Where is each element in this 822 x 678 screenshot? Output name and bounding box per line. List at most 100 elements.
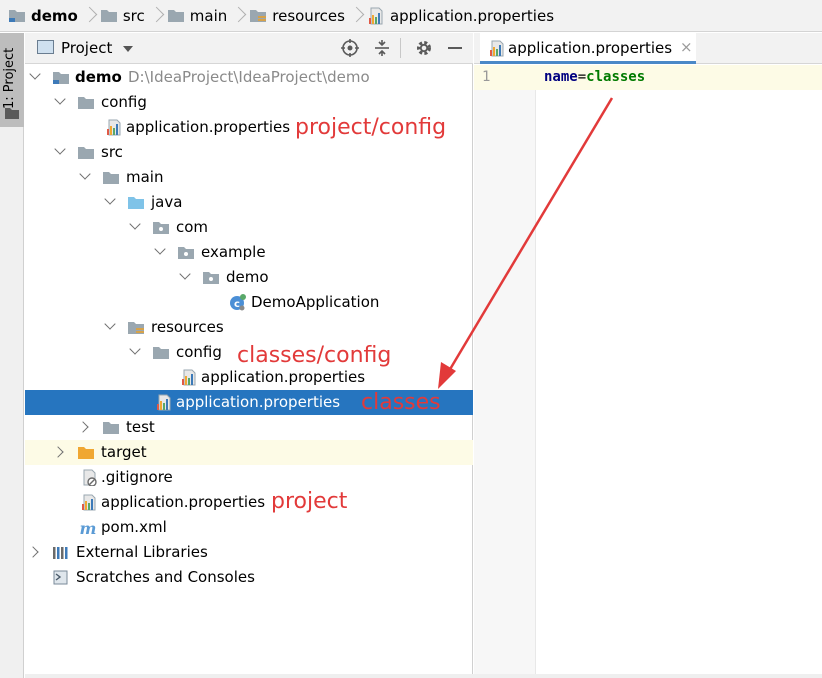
tree-item-target[interactable]: target	[25, 440, 473, 465]
module-folder-icon	[9, 9, 25, 22]
tree-item-label: demo	[226, 268, 269, 286]
tree-item-label: java	[151, 193, 183, 211]
close-icon[interactable]: ×	[680, 38, 693, 56]
folder-icon	[5, 108, 19, 119]
tree-item-resources-config-application-properties[interactable]: application.properties	[25, 365, 473, 390]
chevron-down-icon[interactable]	[104, 318, 116, 330]
breadcrumb-separator	[349, 0, 363, 32]
svg-text:m: m	[80, 519, 97, 536]
collapse-all-icon[interactable]	[372, 38, 392, 58]
tree-item-label: config	[176, 343, 222, 361]
annotation-project: project	[271, 489, 348, 514]
breadcrumb-item-main[interactable]: main	[167, 0, 227, 32]
breadcrumb-item-src[interactable]: src	[100, 0, 145, 32]
breadcrumb-label: src	[122, 6, 145, 25]
tree-item-demo-application[interactable]: c DemoApplication	[25, 290, 473, 315]
package-icon	[203, 272, 219, 284]
chevron-down-icon[interactable]	[129, 218, 141, 230]
chevron-down-icon[interactable]	[154, 243, 166, 255]
ignore-file-icon	[83, 469, 97, 486]
chevron-down-icon[interactable]	[29, 68, 41, 80]
tree-item-external-libraries[interactable]: External Libraries	[25, 540, 473, 565]
tree-item-label: application.properties	[201, 368, 366, 386]
annotation-classes-config: classes/config	[237, 343, 392, 368]
annotation-project-config: project/config	[295, 115, 447, 140]
tree-item-demo[interactable]: demo D:\IdeaProject\IdeaProject\demo	[25, 65, 473, 90]
chevron-right-icon[interactable]	[52, 446, 64, 458]
breadcrumb-separator	[231, 0, 245, 32]
minimize-icon[interactable]	[445, 38, 465, 58]
breadcrumb-label: demo	[31, 6, 78, 25]
svg-text:c: c	[234, 299, 240, 310]
toolbar-divider	[400, 38, 401, 58]
tree-item-gitignore[interactable]: .gitignore	[25, 465, 473, 490]
breadcrumb-separator	[149, 0, 163, 32]
tree-item-label: test	[126, 418, 155, 436]
module-folder-icon	[53, 72, 69, 84]
properties-file-icon	[82, 494, 96, 511]
properties-file-icon	[182, 369, 196, 386]
tree-item-label: example	[201, 243, 266, 261]
chevron-down-icon[interactable]	[129, 343, 141, 355]
tree-item-label: application.properties	[126, 118, 291, 136]
folder-icon	[103, 172, 119, 184]
chevron-down-icon[interactable]	[123, 46, 133, 52]
tree-item-label: src	[101, 143, 123, 161]
libraries-icon	[53, 547, 68, 559]
tree-item-label: config	[101, 93, 147, 111]
chevron-right-icon[interactable]	[77, 421, 89, 433]
resources-folder-icon	[250, 9, 267, 22]
editor-tab-application-properties[interactable]: application.properties ×	[480, 33, 696, 64]
project-tool-tab-label: 1: Project	[2, 47, 17, 109]
editor-gutter	[474, 65, 536, 678]
property-key: name	[544, 69, 578, 85]
chevron-right-icon[interactable]	[27, 546, 39, 558]
chevron-down-icon[interactable]	[79, 168, 91, 180]
breadcrumb-item-application-properties[interactable]: application.properties	[367, 0, 554, 32]
project-tool-tab[interactable]: 1: Project	[0, 33, 24, 127]
module-path: D:\IdeaProject\IdeaProject\demo	[128, 68, 370, 86]
line-number: 1	[482, 69, 491, 85]
tree-item-demo-package[interactable]: demo	[25, 265, 473, 290]
editor-tab-bar: application.properties ×	[474, 33, 822, 64]
locate-file-icon[interactable]	[340, 38, 360, 58]
chevron-down-icon[interactable]	[54, 93, 66, 105]
package-icon	[178, 247, 194, 259]
breadcrumb: demo src main resources application.prop…	[0, 0, 822, 32]
property-value: classes	[586, 69, 646, 85]
scratches-icon	[53, 570, 68, 585]
properties-file-icon	[490, 40, 504, 57]
chevron-down-icon[interactable]	[179, 268, 191, 280]
tree-item-java[interactable]: java	[25, 190, 473, 215]
chevron-down-icon[interactable]	[54, 143, 66, 155]
gear-icon[interactable]	[414, 38, 434, 58]
breadcrumb-label: application.properties	[389, 6, 555, 25]
project-view-title[interactable]: Project	[61, 39, 112, 57]
tool-window-strip: 1: Project	[0, 33, 24, 678]
breadcrumb-item-resources[interactable]: resources	[249, 0, 345, 32]
tree-item-label: application.properties	[176, 393, 341, 411]
tree-item-label: resources	[151, 318, 224, 336]
project-tree: demo D:\IdeaProject\IdeaProject\demo con…	[25, 65, 473, 678]
breadcrumb-separator	[82, 0, 96, 32]
breadcrumb-item-demo[interactable]: demo	[8, 0, 78, 32]
tree-item-test[interactable]: test	[25, 415, 473, 440]
breadcrumb-label: resources	[272, 6, 345, 25]
tree-item-config[interactable]: config	[25, 90, 473, 115]
properties-file-icon	[157, 394, 171, 411]
chevron-down-icon[interactable]	[104, 193, 116, 205]
tree-item-example[interactable]: example	[25, 240, 473, 265]
editor-pane: application.properties × 1 name=classes	[474, 33, 822, 678]
properties-file-icon	[107, 119, 121, 136]
tree-item-root-application-properties[interactable]: application.properties	[25, 490, 473, 515]
tree-item-com[interactable]: com	[25, 215, 473, 240]
tree-item-src[interactable]: src	[25, 140, 473, 165]
tree-item-main[interactable]: main	[25, 165, 473, 190]
tree-item-resources[interactable]: resources	[25, 315, 473, 340]
folder-icon	[167, 9, 184, 22]
tree-item-scratches[interactable]: Scratches and Consoles	[25, 565, 473, 590]
tree-item-pom[interactable]: m pom.xml	[25, 515, 473, 540]
tree-item-label: DemoApplication	[251, 293, 380, 311]
code-line[interactable]: name=classes	[544, 69, 645, 85]
tree-item-label: application.properties	[101, 493, 266, 511]
